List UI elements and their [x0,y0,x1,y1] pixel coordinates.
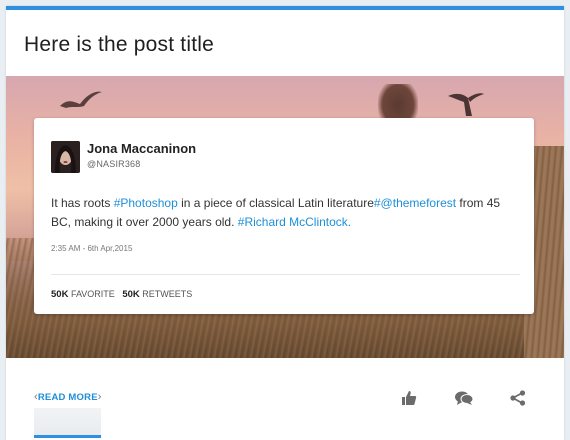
tweet-text-segment: It has roots [51,196,114,210]
share-icon [510,390,526,406]
comment-button[interactable] [454,389,474,407]
post-featured-image: Jona Maccaninon @NASIR368 It has roots #… [6,76,564,358]
read-more-link[interactable]: ‹READ MORE› [34,391,102,403]
thumbs-up-icon [402,391,417,405]
tweet-author-handle[interactable]: @NASIR368 [87,159,140,169]
avatar[interactable] [51,141,80,173]
read-more-tab-highlight [34,408,101,438]
seagull-left-icon [60,91,102,108]
read-more-label: READ MORE [37,392,98,403]
comments-icon [455,391,474,405]
mention-link[interactable]: #@themeforest [374,196,456,210]
favorite-label: FAVORITE [70,289,115,299]
seagull-right-icon [448,93,484,116]
share-button[interactable] [509,389,527,407]
like-button[interactable] [400,389,418,407]
tweet-text: It has roots #Photoshop in a piece of cl… [51,194,521,232]
tweet-text-segment: in a piece of classical Latin literature [177,196,374,210]
divider [51,274,520,275]
favorite-count: 50K [51,289,69,300]
retweet-count: 50K [122,289,140,300]
hashtag-link[interactable]: #Richard McClintock. [238,215,351,229]
retweet-label: RETWEETS [142,289,193,299]
tweet-timestamp[interactable]: 2:35 AM - 6th Apr,2015 [51,244,132,253]
tweet-author-name[interactable]: Jona Maccaninon [87,141,196,156]
avatar-portrait-icon [51,141,80,173]
embedded-tweet: Jona Maccaninon @NASIR368 It has roots #… [34,118,534,314]
post-title: Here is the post title [24,33,214,56]
hashtag-link[interactable]: #Photoshop [114,196,178,210]
chevron-right-icon: › [97,391,102,403]
tweet-stats: 50K FAVORITE 50K RETWEETS [51,289,192,300]
post-card: Here is the post title Jona Maccaninon @… [6,6,564,440]
